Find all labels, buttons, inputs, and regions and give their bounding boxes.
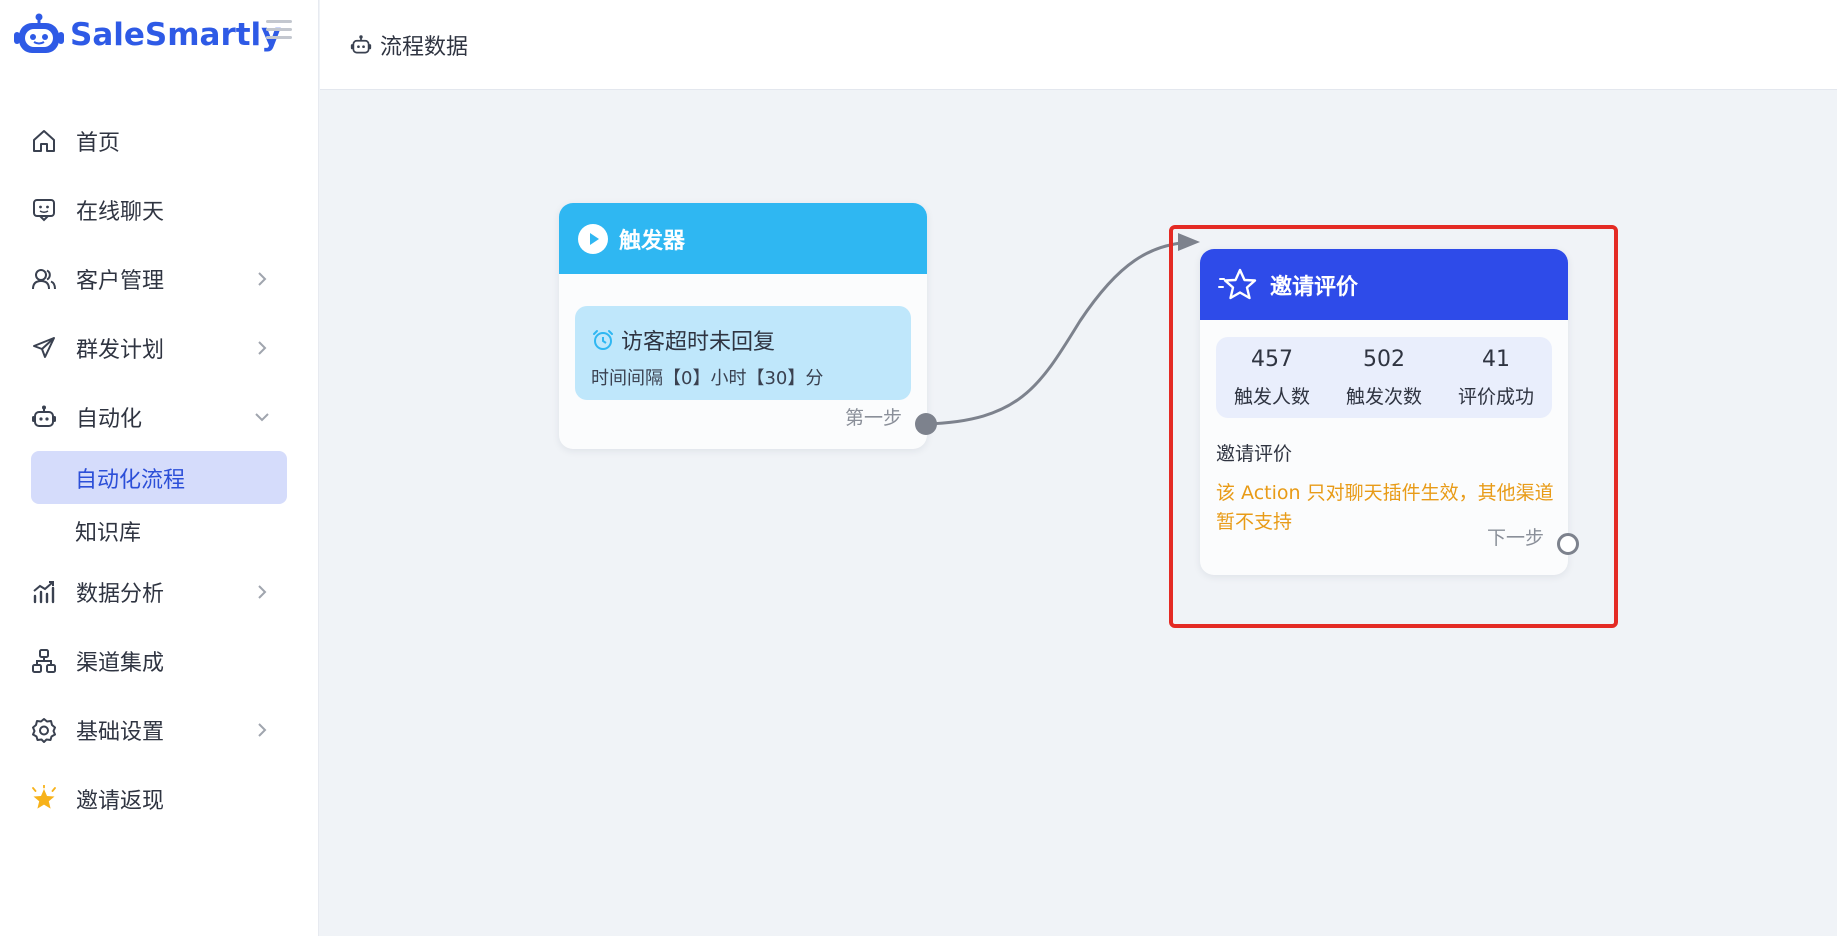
chevron-right-icon [258, 722, 267, 737]
sidebar-item-broadcast[interactable]: 群发计划 [0, 313, 319, 382]
robot-logo-icon [14, 13, 64, 53]
sidebar-item-label: 数据分析 [76, 581, 165, 607]
sidebar-item-channels[interactable]: 渠道集成 [0, 626, 319, 695]
logo[interactable]: SaleSmartly [14, 10, 281, 60]
menu-collapse-icon[interactable] [266, 20, 292, 40]
users-icon [30, 265, 58, 293]
sidebar-item-home[interactable]: 首页 [0, 106, 319, 175]
chat-icon [30, 196, 58, 224]
stat-trigger-users: 457 触发人数 [1217, 347, 1328, 409]
trigger-node-title: 触发器 [619, 228, 686, 254]
star-badge-icon [30, 784, 58, 813]
invite-node-title: 邀请评价 [1270, 274, 1359, 300]
stat-label: 触发次数 [1345, 385, 1422, 408]
chevron-down-icon [255, 412, 269, 421]
sidebar-item-chat[interactable]: 在线聊天 [0, 175, 319, 244]
send-icon [30, 334, 58, 362]
sidebar-subitem-automation-flow[interactable]: 自动化流程 [31, 451, 287, 504]
play-icon [578, 223, 608, 254]
trigger-node[interactable]: 触发器 访客超时未回复 时间间隔【0】小时【30】分 第一步 [559, 203, 937, 449]
sidebar-item-label: 群发计划 [76, 337, 165, 363]
chevron-right-icon [258, 271, 267, 286]
sidebar-item-automation[interactable]: 自动化 [0, 382, 319, 451]
trigger-condition-detail: 时间间隔【0】小时【30】分 [591, 368, 824, 389]
stat-value: 41 [1482, 346, 1510, 372]
stat-value: 502 [1363, 346, 1405, 372]
chart-icon [30, 578, 58, 606]
sidebar: SaleSmartly 首页 在线聊天 客户管理 群发计划 自动化 自动化流程 … [0, 0, 319, 936]
robot-icon [30, 403, 58, 431]
home-icon [30, 127, 58, 155]
chevron-right-icon [258, 340, 267, 355]
network-icon [30, 647, 58, 675]
sidebar-item-label: 客户管理 [76, 268, 165, 294]
chevron-right-icon [258, 584, 267, 599]
sidebar-item-label: 邀请返现 [76, 788, 165, 814]
trigger-condition-title: 访客超时未回复 [621, 330, 776, 355]
sidebar-item-analytics[interactable]: 数据分析 [0, 557, 319, 626]
trigger-condition-card[interactable]: 访客超时未回复 时间间隔【0】小时【30】分 [575, 306, 911, 400]
star-icon [1218, 268, 1257, 299]
sidebar-item-label: 基础设置 [76, 719, 165, 745]
sidebar-item-label: 在线聊天 [76, 199, 165, 225]
next-step-port[interactable] [1557, 533, 1579, 555]
app-name: SaleSmartly [70, 17, 282, 53]
stat-label: 触发人数 [1233, 385, 1310, 408]
sidebar-item-label: 首页 [76, 130, 121, 156]
stats-panel: 457 触发人数 502 触发次数 41 评价成功 [1216, 337, 1552, 418]
sidebar-item-label: 渠道集成 [76, 650, 165, 676]
page-header: 流程数据 [320, 0, 1837, 90]
invite-node-header: 邀请评价 [1200, 249, 1568, 320]
flow-connector [925, 233, 1200, 426]
sidebar-subitem-knowledge-base[interactable]: 知识库 [0, 504, 319, 557]
stat-label: 评价成功 [1457, 385, 1534, 408]
sidebar-item-label: 自动化 [76, 406, 143, 432]
sidebar-nav: 首页 在线聊天 客户管理 群发计划 自动化 自动化流程 知识库 数据分析 渠道集… [0, 106, 319, 833]
sidebar-item-referral[interactable]: 邀请返现 [0, 764, 319, 833]
page-title: 流程数据 [380, 34, 469, 60]
stat-value: 457 [1251, 346, 1293, 372]
flow-canvas[interactable]: 触发器 访客超时未回复 时间间隔【0】小时【30】分 第一步 邀请评价 457 … [320, 91, 1837, 936]
invite-section-label: 邀请评价 [1216, 443, 1293, 465]
step-label-next: 下一步 [1487, 527, 1545, 549]
gear-icon [30, 716, 58, 744]
stat-review-success: 41 评价成功 [1441, 347, 1552, 409]
stat-trigger-count: 502 触发次数 [1329, 347, 1440, 409]
step-label-first: 第一步 [845, 407, 903, 429]
trigger-node-header: 触发器 [559, 203, 927, 274]
sidebar-item-settings[interactable]: 基础设置 [0, 695, 319, 764]
robot-icon [350, 34, 372, 53]
alarm-clock-icon [593, 330, 613, 350]
invite-review-node[interactable]: 邀请评价 457 触发人数 502 触发次数 41 评价成功 邀请评价 该 Ac… [1200, 249, 1579, 575]
output-port[interactable] [915, 413, 937, 435]
sidebar-item-customers[interactable]: 客户管理 [0, 244, 319, 313]
